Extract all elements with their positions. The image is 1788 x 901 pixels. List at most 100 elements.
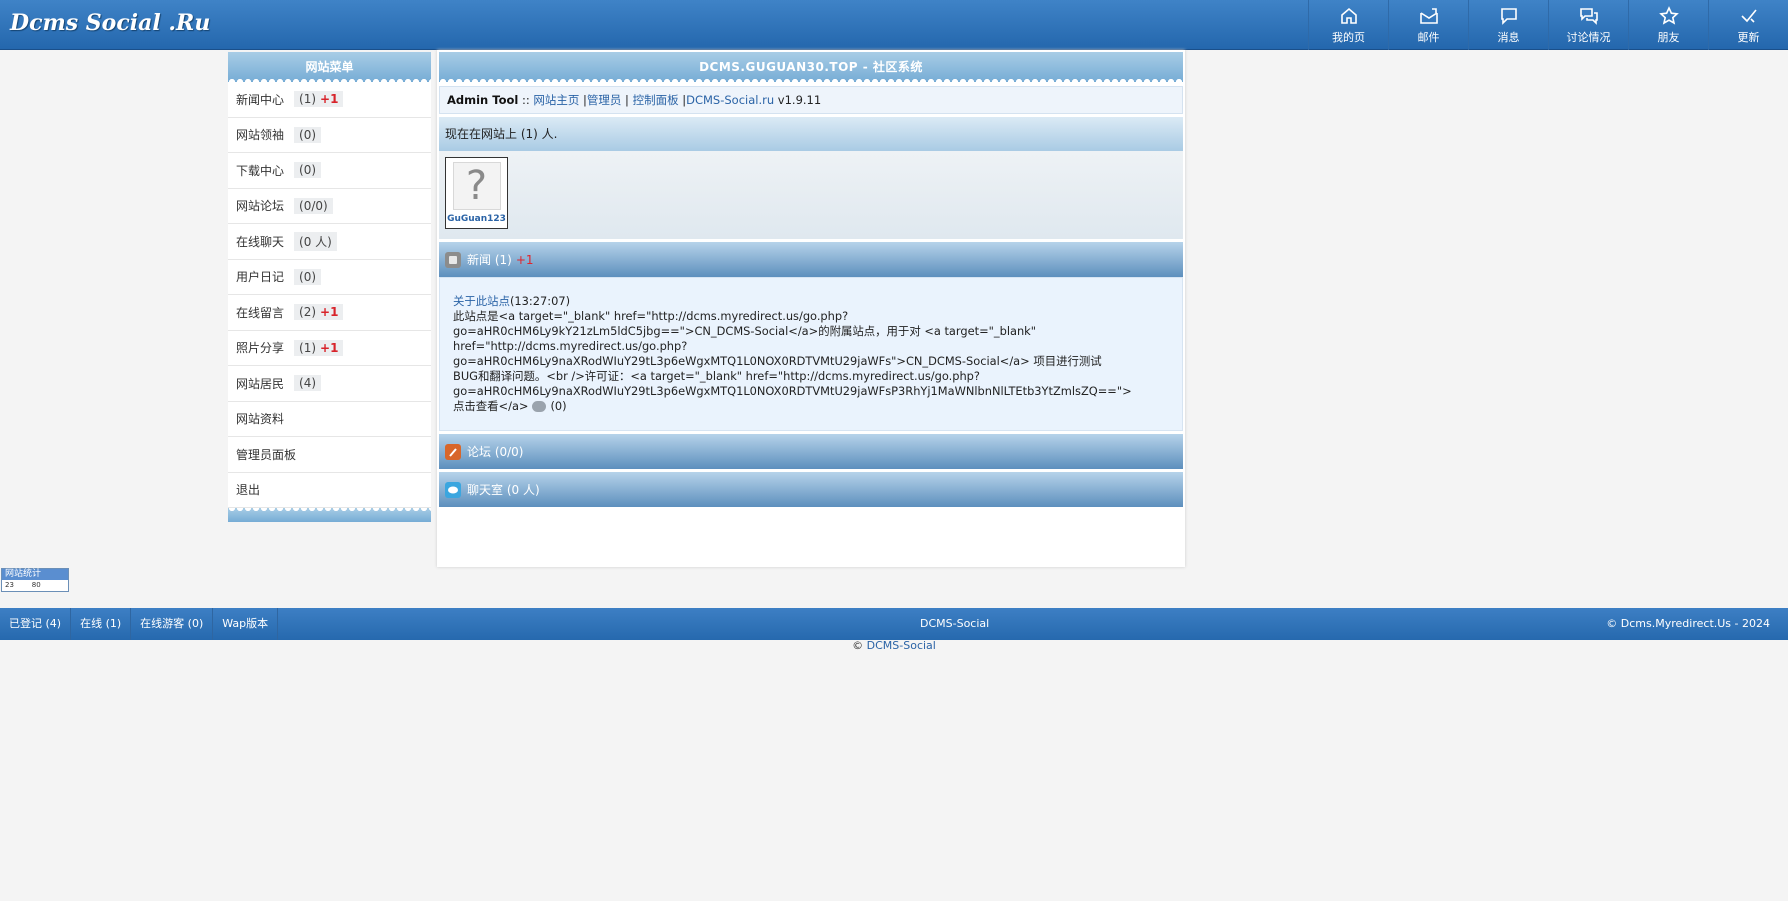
news-line: go=aHR0cHM6Ly9kY21zLm5ldC5jbg==">CN_DCMS…: [453, 324, 1037, 338]
nav-label: 朋友: [1657, 30, 1680, 44]
counter-n1: 23: [5, 581, 14, 589]
new-count-badge: +1: [320, 92, 339, 107]
site-stats-counter[interactable]: 网站统计 23 80: [1, 568, 69, 592]
check-icon: [1740, 8, 1757, 23]
counter-label: 网站统计: [5, 569, 42, 579]
sidebar-item-label: 新闻中心: [236, 92, 285, 107]
footer-copyright: © Dcms.Myredirect.Us - 2024: [1606, 617, 1770, 630]
top-nav: 我的页 邮件 消息 讨论情况 朋友 更新: [1308, 0, 1788, 50]
counter-n2: 80: [31, 581, 41, 589]
user-name: GuGuan123: [447, 214, 506, 224]
sidebar-item[interactable]: 管理员面板: [228, 437, 431, 473]
sidebar-item[interactable]: 网站居民 (4): [228, 366, 431, 402]
sidebar-item-label: 下载中心: [236, 163, 285, 178]
news-header-label: 新闻 (1): [467, 253, 512, 267]
sidebar-footer: [228, 508, 431, 522]
sidebar-item-label: 网站居民: [236, 376, 285, 391]
nav-label: 消息: [1497, 30, 1520, 44]
news-last-line: 点击查看</a>: [453, 399, 529, 413]
footer-bar: 已登记 (4) 在线 (1) 在线游客 (0) Wap版本 DCMS-Socia…: [0, 608, 1788, 640]
footer-center-text: DCMS-Social: [920, 617, 990, 630]
sidebar-item[interactable]: 在线聊天 (0 人): [228, 224, 431, 260]
sidebar-item-label: 网站论坛: [236, 199, 285, 214]
sidebar-item-label: 在线聊天: [236, 234, 285, 249]
page-title: DCMS.GUGUAN30.TOP - 社区系统: [439, 52, 1183, 82]
sidebar-item-count: (0): [294, 162, 322, 179]
sidebar-item[interactable]: 退出: [228, 473, 431, 508]
nav-my-page[interactable]: 我的页: [1308, 0, 1388, 50]
sidebar-item-count: (0 人): [294, 231, 337, 251]
footer-links: 已登记 (4) 在线 (1) 在线游客 (0) Wap版本: [0, 608, 279, 640]
nav-updates[interactable]: 更新: [1708, 0, 1788, 50]
sidebar-item-count: (4): [294, 375, 322, 392]
sidebar-item[interactable]: 照片分享 (1) +1: [228, 331, 431, 366]
sidebar-item[interactable]: 在线留言 (2) +1: [228, 295, 431, 331]
copy-prefix: ©: [852, 639, 867, 652]
sidebar-title: 网站菜单: [228, 52, 431, 82]
news-line: href="http://dcms.myredirect.us/go.php?: [453, 339, 688, 353]
nav-label: 我的页: [1332, 30, 1365, 44]
forum-icon: [445, 443, 461, 460]
nav-friends[interactable]: 朋友: [1628, 0, 1708, 50]
count-value: (2): [299, 305, 317, 320]
sidebar-item[interactable]: 下载中心 (0): [228, 153, 431, 189]
user-card[interactable]: ? GuGuan123: [445, 157, 508, 229]
nav-messages[interactable]: 消息: [1468, 0, 1548, 50]
nav-mail[interactable]: 邮件: [1388, 0, 1468, 50]
version-text: v1.9.11: [774, 93, 822, 107]
sidebar-item[interactable]: 用户日记 (0): [228, 260, 431, 295]
admin-tool-label: Admin Tool: [447, 93, 519, 107]
count-value: (0 人): [299, 234, 332, 249]
link-admin[interactable]: 管理员: [587, 93, 622, 107]
sidebar-item[interactable]: 新闻中心 (1) +1: [228, 82, 431, 118]
sidebar-item-label: 在线留言: [236, 305, 285, 320]
comment-icon[interactable]: [532, 401, 547, 412]
link-dcms-social[interactable]: DCMS-Social.ru: [686, 93, 774, 107]
nav-label: 更新: [1737, 30, 1760, 44]
link-control-panel[interactable]: 控制面板: [633, 93, 679, 107]
sidebar-item[interactable]: 网站论坛 (0/0): [228, 189, 431, 224]
sidebar-item-count: (1) +1: [294, 339, 344, 356]
bottom-copyright: © DCMS-Social: [0, 639, 1788, 652]
section-news-header[interactable]: 新闻 (1) +1: [439, 242, 1183, 277]
news-title-link[interactable]: 关于此站点: [453, 294, 510, 308]
avatar: ?: [452, 162, 501, 210]
count-value: (0): [299, 163, 317, 178]
sidebar-item-count: (0): [294, 126, 322, 143]
sidebar-item-label: 退出: [236, 483, 261, 498]
footer-wap[interactable]: Wap版本: [213, 608, 279, 640]
online-users: ? GuGuan123: [439, 151, 1183, 239]
footer-registered[interactable]: 已登记 (4): [0, 608, 72, 640]
count-value: (0): [299, 127, 317, 142]
footer-online[interactable]: 在线 (1): [71, 608, 132, 640]
forum-header-label: 论坛 (0/0): [467, 445, 524, 459]
count-value: (1): [299, 340, 317, 355]
sidebar-item-count: (1) +1: [294, 91, 344, 108]
nav-discussions[interactable]: 讨论情况: [1548, 0, 1628, 50]
news-line: 此站点是<a target="_blank" href="http://dcms…: [453, 309, 849, 323]
chat-header-label: 聊天室 (0 人): [467, 483, 540, 497]
mail-icon: [1419, 7, 1438, 24]
site-logo[interactable]: Dcms Social .Ru: [10, 10, 210, 36]
toolbar-separator: ::: [518, 93, 534, 107]
section-chat-header[interactable]: 聊天室 (0 人): [439, 472, 1183, 507]
section-forum-header[interactable]: 论坛 (0/0): [439, 434, 1183, 469]
news-content: 此站点是<a target="_blank" href="http://dcms…: [453, 309, 1169, 399]
sidebar-list: 新闻中心 (1) +1 网站领袖 (0) 下载中心 (0) 网站论坛 (0/0) 在线聊天 (0 人…: [228, 82, 431, 508]
news-icon: [445, 251, 461, 268]
count-value: (1): [299, 92, 317, 107]
sidebar-item-count: (0): [294, 268, 322, 285]
sidebar-item[interactable]: 网站资料: [228, 402, 431, 437]
admin-toolbar: Admin Tool :: 网站主页 |管理员 | 控制面板 |DCMS-Soc…: [439, 86, 1183, 114]
sidebar-item-label: 网站资料: [236, 412, 285, 427]
footer-guests[interactable]: 在线游客 (0): [131, 608, 214, 640]
sidebar-item[interactable]: 网站领袖 (0): [228, 118, 431, 153]
link-home[interactable]: 网站主页: [533, 93, 579, 107]
star-icon: [1658, 5, 1679, 25]
news-line: BUG和翻译问题。<br />许可证：<a target="_blank" hr…: [453, 369, 980, 383]
new-count-badge: +1: [320, 340, 339, 355]
nav-label: 讨论情况: [1566, 30, 1611, 44]
copy-link[interactable]: DCMS-Social: [867, 639, 936, 652]
main-panel: DCMS.GUGUAN30.TOP - 社区系统 Admin Tool :: 网…: [437, 50, 1185, 567]
discussion-icon: [1579, 7, 1598, 25]
